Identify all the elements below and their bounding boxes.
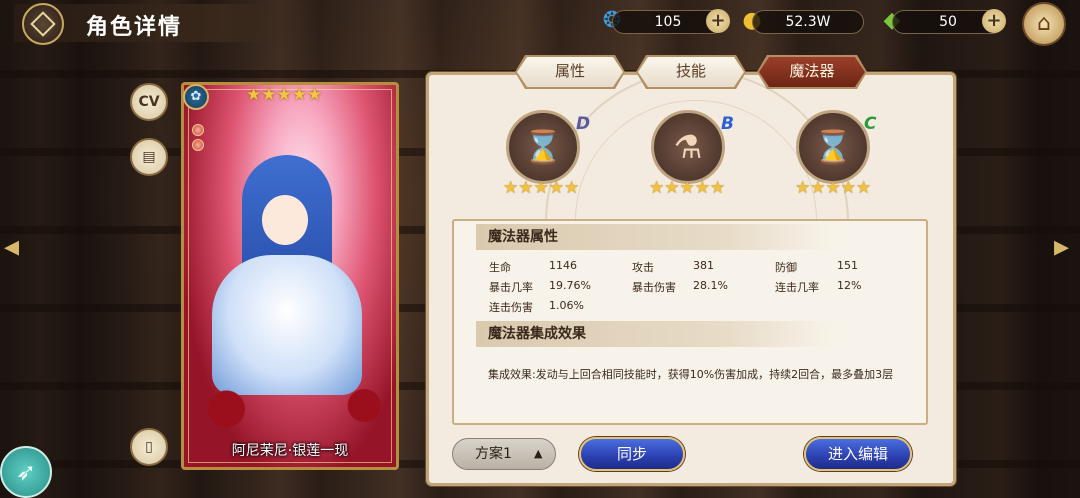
- spider-lily-flowers: [184, 367, 396, 437]
- stat-value: 12%: [837, 279, 862, 292]
- book-icon: ▤: [142, 149, 156, 165]
- stat-label: 生命: [489, 261, 511, 274]
- stat-label: 暴击伤害: [632, 281, 676, 294]
- flip-card-button[interactable]: ▯: [130, 428, 168, 466]
- stat-value: 1.06%: [549, 299, 584, 312]
- back-button[interactable]: [22, 3, 64, 45]
- stat-label: 连击几率: [775, 281, 819, 294]
- resource-coin-count: 52.3W: [752, 10, 864, 34]
- stat-label: 攻击: [632, 261, 654, 274]
- character-face: [262, 195, 308, 245]
- page-title: 角色详情: [86, 15, 183, 40]
- stat-label: 暴击几率: [489, 281, 533, 294]
- artifact-stars: ★★★★★: [795, 178, 872, 198]
- potion-icon: ⚗: [673, 128, 703, 166]
- tab-magic-items[interactable]: 魔法器: [759, 57, 865, 87]
- set-effect-text: 集成效果:发动与上回合相同技能时，获得10%伤害加成，持续2回合，最多叠加3层: [488, 368, 894, 381]
- artifact-grade: B: [721, 114, 734, 134]
- stat-value: 19.76%: [549, 279, 591, 292]
- add-shell-button[interactable]: +: [706, 9, 730, 33]
- character-name: 阿尼茉尼·银莲一现: [231, 443, 349, 459]
- tab-attributes[interactable]: 属性: [517, 57, 623, 87]
- artifact-grade: D: [576, 114, 591, 134]
- hourglass-icon: ⌛: [813, 128, 853, 166]
- cv-button[interactable]: CV: [130, 83, 168, 121]
- rocket-button[interactable]: ➶: [0, 446, 52, 498]
- artifact-grade: C: [864, 114, 877, 134]
- back-diamond-icon: [30, 11, 56, 37]
- home-button[interactable]: ⌂: [1022, 2, 1066, 46]
- artifact-stars: ★★★★★: [649, 178, 726, 198]
- prev-character-button[interactable]: ◂: [4, 232, 19, 262]
- set-effect-heading: 魔法器集成效果: [476, 321, 836, 347]
- triangle-up-icon: ▲: [534, 447, 543, 460]
- attributes-heading: 魔法器属性: [476, 224, 836, 250]
- add-crystal-button[interactable]: +: [982, 9, 1006, 33]
- hourglass-icon: ⌛: [523, 128, 563, 166]
- home-icon: ⌂: [1037, 11, 1051, 36]
- artifact-stars: ★★★★★: [503, 178, 580, 198]
- next-character-button[interactable]: ▸: [1054, 232, 1069, 262]
- artifact-slot-3[interactable]: ⌛: [796, 110, 870, 184]
- rocket-icon: ➶: [15, 458, 37, 486]
- book-button[interactable]: ▤: [130, 138, 168, 176]
- stat-label: 连击伤害: [489, 301, 533, 314]
- gem-icon: [192, 124, 204, 136]
- gem-icon: [192, 139, 204, 151]
- stat-value: 28.1%: [693, 279, 728, 292]
- artifact-slot-2[interactable]: ⚗: [651, 110, 725, 184]
- sync-button[interactable]: 同步: [579, 437, 685, 471]
- stat-value: 1146: [549, 259, 577, 272]
- stat-value: 151: [837, 259, 858, 272]
- card-stars: ★★★★★: [246, 85, 323, 105]
- element-badge-icon: ✿: [183, 84, 209, 110]
- top-bar: 角色详情 ❂ 105 + ● 52.3W ◆ 50 + ⌂: [0, 0, 1080, 46]
- enter-edit-button[interactable]: 进入编辑: [804, 437, 912, 471]
- tab-skills[interactable]: 技能: [638, 57, 744, 87]
- card-flip-icon: ▯: [145, 439, 153, 455]
- artifact-slot-1[interactable]: ⌛: [506, 110, 580, 184]
- stat-value: 381: [693, 259, 714, 272]
- character-card[interactable]: [181, 82, 399, 470]
- stat-label: 防御: [775, 261, 797, 274]
